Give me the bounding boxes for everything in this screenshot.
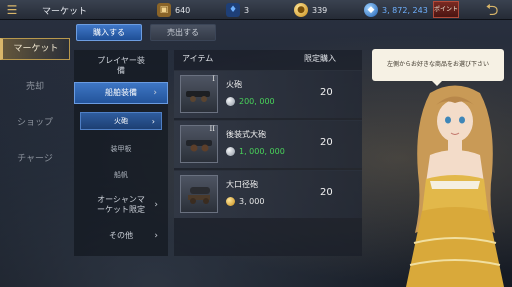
tab-sell[interactable]: 売出する bbox=[150, 24, 216, 41]
category-list: プレイヤー装 備 船舶装備 › 火砲 › 装甲板 船帆 オーシャンマ ーケット限… bbox=[74, 50, 168, 256]
category-ship-equipment[interactable]: 船舶装備 › bbox=[74, 82, 168, 104]
chevron-right-icon: › bbox=[154, 231, 158, 241]
nav-market[interactable]: マーケット bbox=[0, 38, 70, 60]
gold-coin-icon bbox=[226, 197, 235, 206]
item-name: 大口径砲 bbox=[226, 180, 258, 189]
resource-potion-value: 3 bbox=[244, 5, 250, 15]
item-price: 1, 000, 000 bbox=[226, 147, 285, 156]
item-row[interactable]: II 後装式大砲 1, 000, 000 20 bbox=[174, 120, 362, 168]
treasure-chest-icon: ▣ bbox=[157, 3, 171, 17]
category-player-equipment[interactable]: プレイヤー装 備 bbox=[74, 54, 168, 78]
item-price-value: 1, 000, 000 bbox=[239, 147, 285, 156]
tab-buy[interactable]: 購入する bbox=[76, 24, 142, 41]
screen-title: マーケット bbox=[42, 7, 88, 17]
subcategory-sail[interactable]: 船帆 bbox=[80, 166, 162, 184]
item-thumbnail bbox=[180, 175, 218, 213]
cannon-icon bbox=[188, 187, 210, 204]
resource-gem[interactable]: ◆ 3, 872, 243 bbox=[364, 3, 428, 17]
header-limit: 限定購入 bbox=[304, 54, 336, 63]
item-name: 後装式大砲 bbox=[226, 130, 266, 139]
cannon-icon bbox=[186, 91, 210, 102]
item-price-value: 200, 000 bbox=[239, 97, 275, 106]
category-other[interactable]: その他 › bbox=[74, 228, 168, 244]
item-limit: 20 bbox=[320, 187, 333, 198]
category-ocean-limited-label: オーシャンマ ーケット限定 bbox=[97, 195, 145, 214]
resource-gem-value: 3, 872, 243 bbox=[382, 5, 428, 15]
tier-label: I bbox=[212, 75, 215, 83]
chevron-right-icon: › bbox=[151, 116, 155, 126]
chevron-right-icon: › bbox=[153, 88, 157, 98]
npc-character bbox=[406, 85, 504, 287]
subcategory-armor[interactable]: 装甲板 bbox=[80, 140, 162, 158]
item-panel: アイテム 限定購入 I 火砲 200, 000 20 II 後装式大砲 1, 0… bbox=[174, 50, 362, 256]
tier-label: II bbox=[209, 125, 215, 133]
chevron-right-icon: › bbox=[154, 200, 158, 210]
silver-coin-icon bbox=[226, 147, 235, 156]
hamburger-icon[interactable]: ☰ bbox=[3, 2, 21, 18]
category-ocean-limited[interactable]: オーシャンマ ーケット限定 › bbox=[74, 192, 168, 218]
left-nav: マーケット 売却 ショップ チャージ bbox=[0, 20, 70, 287]
blue-gem-icon: ◆ bbox=[364, 3, 378, 17]
resource-gold-value: 339 bbox=[312, 5, 328, 15]
subcategory-cannon[interactable]: 火砲 › bbox=[80, 112, 162, 130]
item-thumbnail: II bbox=[180, 125, 218, 163]
resource-gold[interactable]: ● 339 bbox=[294, 3, 327, 17]
item-limit: 20 bbox=[320, 137, 333, 148]
item-price: 200, 000 bbox=[226, 97, 275, 106]
nav-sell[interactable]: 売却 bbox=[0, 76, 70, 98]
category-ship-equipment-label: 船舶装備 bbox=[105, 88, 137, 97]
point-button[interactable]: ポイント bbox=[433, 1, 459, 18]
blue-potion-icon: ♦ bbox=[226, 3, 240, 17]
resource-chest-value: 640 bbox=[175, 5, 191, 15]
item-thumbnail: I bbox=[180, 75, 218, 113]
item-list-header: アイテム 限定購入 bbox=[174, 53, 362, 67]
npc-speech-bubble: 左側からお好きな商品をお選び下さい bbox=[372, 49, 504, 86]
back-arrow-icon[interactable]: ⮌ bbox=[474, 1, 510, 19]
category-other-label: その他 bbox=[109, 231, 133, 240]
cannon-icon bbox=[186, 140, 212, 152]
top-bar: ☰ マーケット ▣ 640 ♦ 3 ● 339 ◆ 3, 872, 243 ポイ… bbox=[0, 0, 512, 20]
item-row[interactable]: 大口径砲 3, 000 20 bbox=[174, 170, 362, 218]
resource-chest[interactable]: ▣ 640 bbox=[157, 3, 190, 17]
silver-coin-icon bbox=[226, 97, 235, 106]
item-name: 火砲 bbox=[226, 80, 242, 89]
item-row[interactable]: I 火砲 200, 000 20 bbox=[174, 70, 362, 118]
subcategory-cannon-label: 火砲 bbox=[114, 117, 128, 125]
header-item: アイテム bbox=[182, 54, 214, 63]
gold-coin-icon: ● bbox=[294, 3, 308, 17]
resource-potion[interactable]: ♦ 3 bbox=[226, 3, 249, 17]
item-limit: 20 bbox=[320, 87, 333, 98]
item-price: 3, 000 bbox=[226, 197, 264, 206]
item-price-value: 3, 000 bbox=[239, 197, 265, 206]
nav-charge[interactable]: チャージ bbox=[0, 148, 70, 170]
nav-shop[interactable]: ショップ bbox=[0, 112, 70, 134]
